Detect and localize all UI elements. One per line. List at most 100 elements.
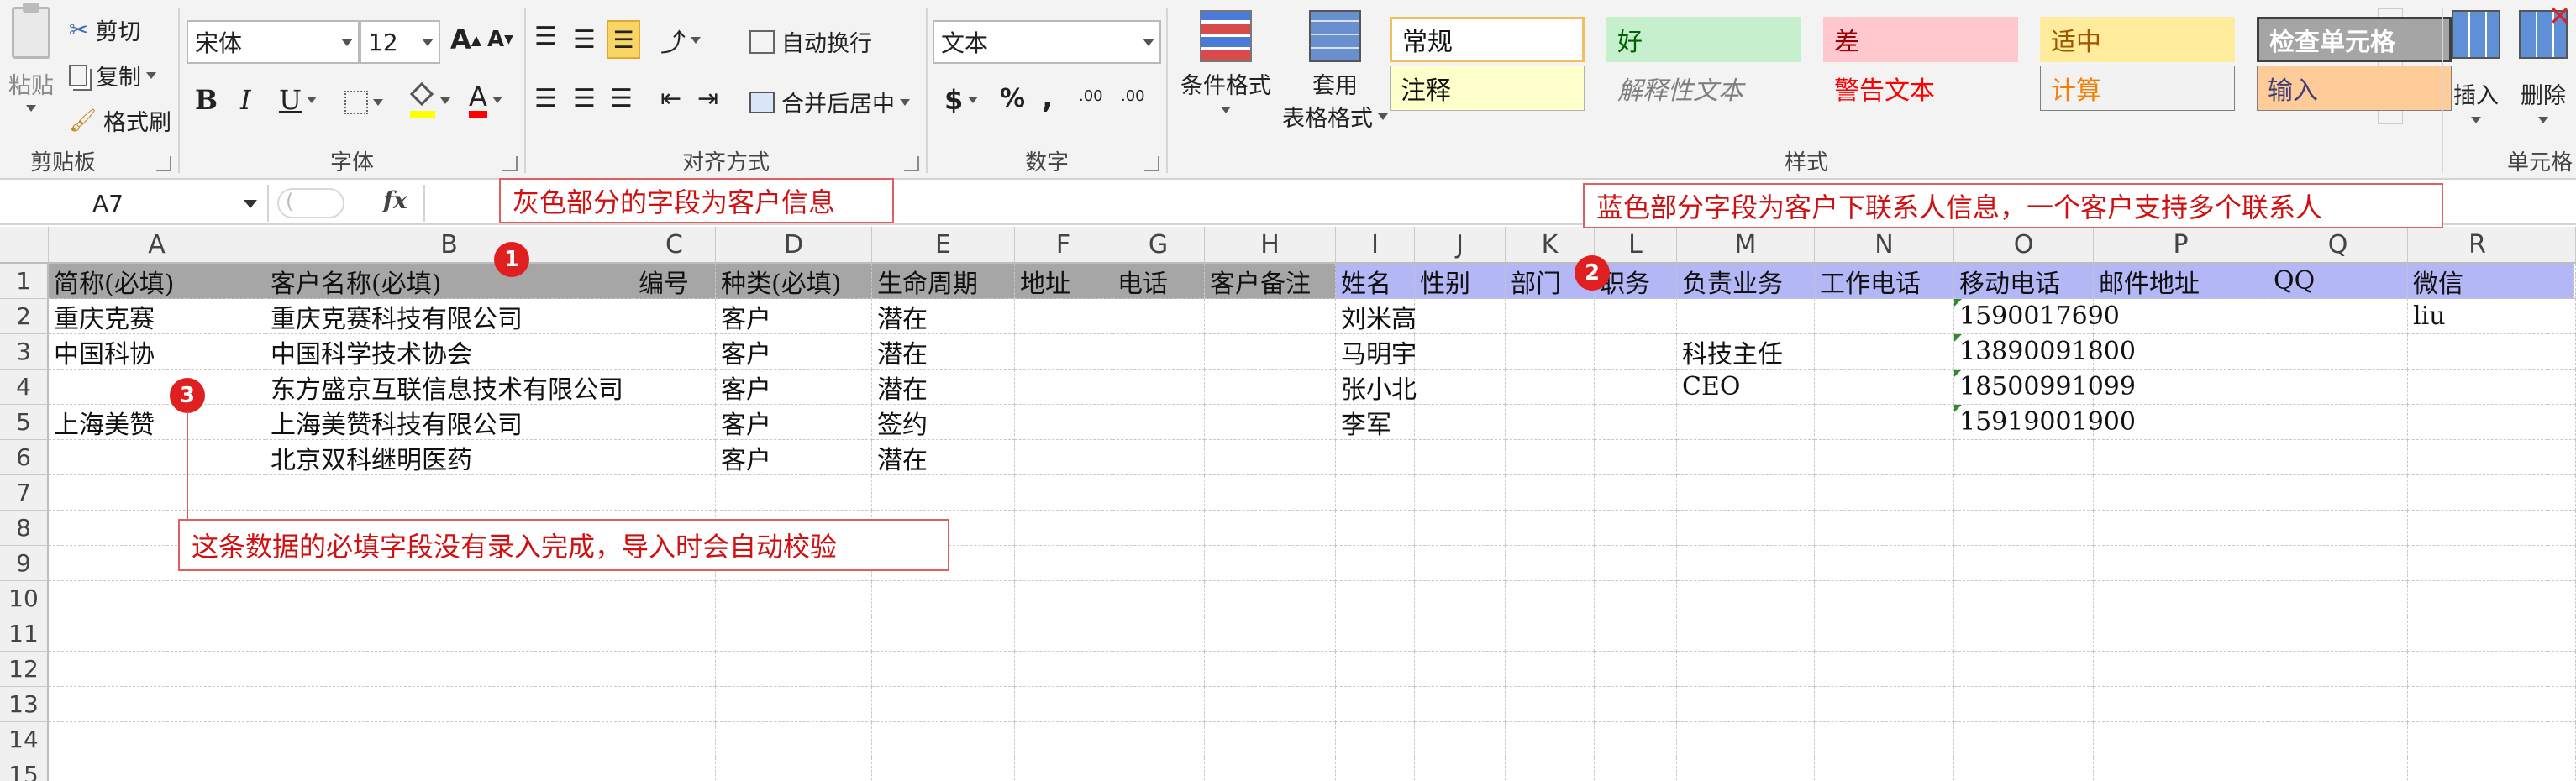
- table-cell[interactable]: [872, 722, 1015, 757]
- column-header-I[interactable]: I: [1336, 227, 1415, 264]
- table-cell[interactable]: [1415, 370, 1506, 405]
- table-cell[interactable]: [1015, 546, 1112, 581]
- table-cell[interactable]: [1677, 546, 1815, 581]
- table-cell[interactable]: [2408, 546, 2547, 581]
- table-cell[interactable]: [2268, 334, 2408, 370]
- table-cell[interactable]: [265, 757, 633, 781]
- table-cell[interactable]: [1415, 616, 1506, 652]
- table-cell[interactable]: [1112, 334, 1205, 370]
- column-header-G[interactable]: G: [1112, 227, 1205, 264]
- column-header-J[interactable]: J: [1415, 227, 1506, 264]
- table-cell[interactable]: [1415, 299, 1506, 334]
- header-cell[interactable]: 简称(必填): [49, 264, 265, 299]
- header-cell[interactable]: 移动电话: [1954, 264, 2094, 299]
- row-header[interactable]: 9: [0, 546, 49, 581]
- table-cell[interactable]: [1336, 440, 1415, 475]
- header-cell[interactable]: 姓名: [1336, 264, 1415, 299]
- table-cell[interactable]: [1112, 722, 1205, 757]
- table-cell[interactable]: [633, 370, 716, 405]
- table-cell[interactable]: [49, 370, 265, 405]
- table-cell[interactable]: [1595, 475, 1677, 511]
- table-cell[interactable]: [1677, 616, 1815, 652]
- table-cell[interactable]: 张小北: [1336, 370, 1417, 405]
- table-cell[interactable]: 上海美赞: [49, 405, 265, 440]
- table-cell[interactable]: [1336, 722, 1415, 757]
- table-cell[interactable]: [1336, 687, 1415, 722]
- table-cell[interactable]: [1205, 546, 1336, 581]
- table-cell[interactable]: [49, 652, 265, 687]
- row-header[interactable]: 13: [0, 687, 49, 722]
- table-cell[interactable]: [1677, 652, 1815, 687]
- table-cell[interactable]: 客户: [716, 405, 872, 440]
- table-cell[interactable]: [1205, 299, 1336, 334]
- table-cell[interactable]: [1336, 475, 1415, 511]
- table-cell[interactable]: [633, 757, 716, 781]
- delete-button[interactable]: ✕ 删除: [2510, 0, 2576, 123]
- table-cell[interactable]: [2268, 722, 2408, 757]
- table-cell[interactable]: 重庆克赛科技有限公司: [265, 299, 633, 334]
- decrease-decimal-button[interactable]: .00: [1121, 87, 1145, 105]
- table-cell[interactable]: [1954, 687, 2094, 722]
- table-cell[interactable]: [2408, 334, 2547, 370]
- table-cell[interactable]: [1415, 511, 1506, 546]
- table-cell[interactable]: [716, 616, 872, 652]
- table-cell[interactable]: [1954, 546, 2094, 581]
- table-cell[interactable]: [872, 475, 1015, 511]
- table-cell[interactable]: [1336, 511, 1415, 546]
- number-launcher-icon[interactable]: [1144, 156, 1159, 171]
- table-cell[interactable]: [2268, 370, 2408, 405]
- table-cell[interactable]: [1506, 581, 1595, 616]
- table-cell[interactable]: [2268, 475, 2408, 511]
- table-cell[interactable]: [1015, 722, 1112, 757]
- table-cell[interactable]: [872, 581, 1015, 616]
- table-cell[interactable]: 李军: [1336, 405, 1415, 440]
- table-cell[interactable]: [716, 581, 872, 616]
- table-cell[interactable]: [1415, 581, 1506, 616]
- table-cell[interactable]: [1506, 687, 1595, 722]
- table-cell[interactable]: 刘米高: [1336, 299, 1417, 334]
- table-cell[interactable]: [1677, 581, 1815, 616]
- header-cell[interactable]: 客户备注: [1205, 264, 1336, 299]
- table-cell[interactable]: 潜在: [872, 334, 1015, 370]
- cell-style-6[interactable]: 解释性文本: [1606, 66, 1801, 111]
- table-cell[interactable]: [2094, 370, 2268, 405]
- table-cell[interactable]: [1506, 616, 1595, 652]
- table-cell[interactable]: [2094, 722, 2268, 757]
- table-cell[interactable]: [1506, 299, 1595, 334]
- table-cell[interactable]: 马明宇: [1336, 334, 1417, 370]
- table-cell[interactable]: [1815, 581, 1954, 616]
- table-cell[interactable]: [1954, 652, 2094, 687]
- table-cell[interactable]: [1595, 334, 1677, 370]
- row-header[interactable]: 7: [0, 475, 49, 511]
- cell-style-8[interactable]: 计算: [2040, 66, 2235, 111]
- column-header-C[interactable]: C: [633, 227, 716, 264]
- row-header[interactable]: 10: [0, 581, 49, 616]
- column-header-Q[interactable]: Q: [2268, 227, 2408, 264]
- table-cell[interactable]: [49, 687, 265, 722]
- table-cell[interactable]: [633, 687, 716, 722]
- table-cell[interactable]: [2268, 546, 2408, 581]
- table-cell[interactable]: [2094, 581, 2268, 616]
- table-cell[interactable]: [2408, 405, 2547, 440]
- border-button[interactable]: [344, 91, 383, 114]
- cell-style-3[interactable]: 适中: [2040, 17, 2235, 62]
- table-cell[interactable]: [2268, 757, 2408, 781]
- table-cell[interactable]: [49, 581, 265, 616]
- table-cell[interactable]: [2408, 652, 2547, 687]
- header-cell[interactable]: 性别: [1415, 264, 1506, 299]
- row-header[interactable]: 6: [0, 440, 49, 475]
- table-cell[interactable]: [1015, 334, 1112, 370]
- table-cell[interactable]: [1506, 652, 1595, 687]
- table-cell[interactable]: CEO: [1677, 370, 1815, 405]
- row-header[interactable]: 14: [0, 722, 49, 757]
- table-cell[interactable]: [1015, 370, 1112, 405]
- table-cell[interactable]: 客户: [716, 370, 872, 405]
- table-cell[interactable]: [2408, 581, 2547, 616]
- header-cell[interactable]: 生命周期: [872, 264, 1015, 299]
- header-cell[interactable]: 工作电话: [1815, 264, 1954, 299]
- table-cell[interactable]: [1815, 757, 1954, 781]
- table-cell[interactable]: [1415, 687, 1506, 722]
- column-header-L[interactable]: L: [1595, 227, 1677, 264]
- table-cell[interactable]: [2094, 546, 2268, 581]
- table-cell[interactable]: [1415, 546, 1506, 581]
